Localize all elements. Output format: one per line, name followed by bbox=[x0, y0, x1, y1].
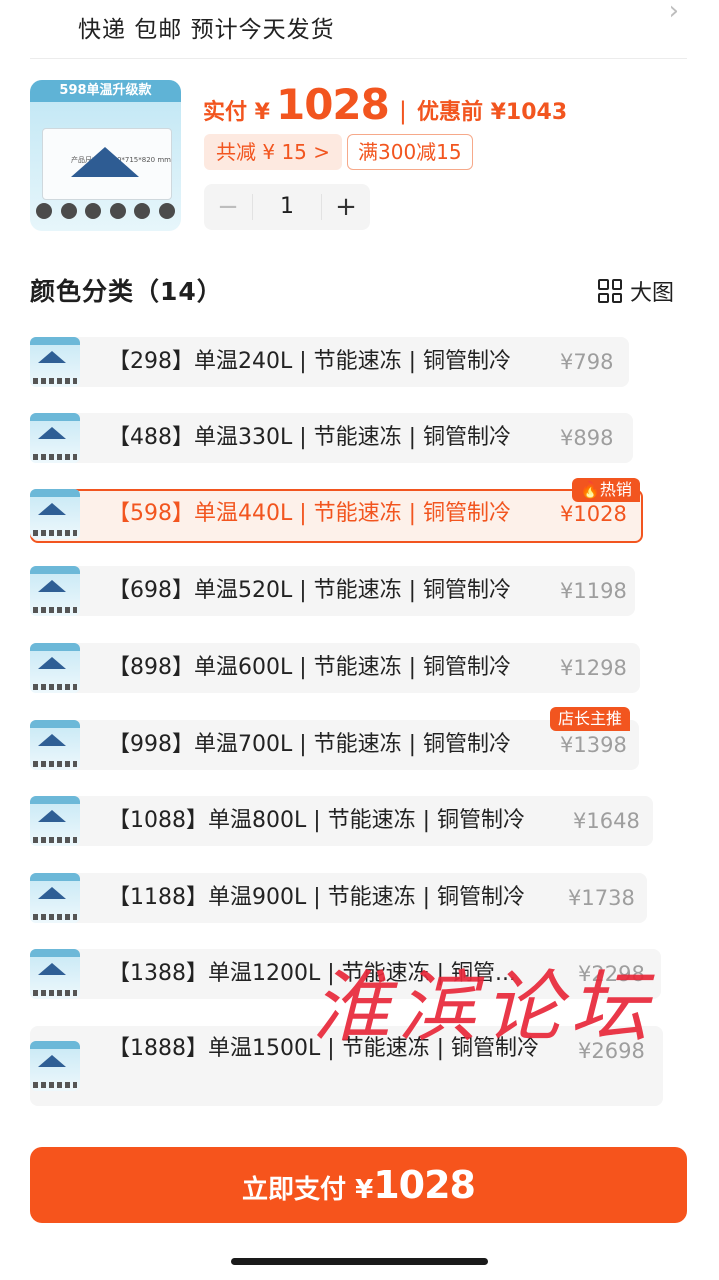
capacity-icon bbox=[60, 203, 77, 219]
pay-button-label: 立即支付 ¥ bbox=[242, 1175, 374, 1205]
pay-amount: 1028 bbox=[275, 80, 390, 129]
shipping-info: 快递 包邮 预计今天发货 bbox=[78, 17, 335, 43]
option-price: ¥1648 bbox=[573, 809, 640, 833]
option-item[interactable]: 【1088】单温800L | 节能速冻 | 铜管制冷 ¥1648 bbox=[30, 796, 653, 846]
option-price: ¥1198 bbox=[560, 579, 627, 603]
forum-watermark: 淮滨论坛 bbox=[312, 963, 657, 1053]
option-price: ¥798 bbox=[560, 350, 614, 374]
price-separator: | bbox=[398, 97, 407, 125]
freezer-image: 产品尺寸: 1420*715*820 mm bbox=[42, 128, 172, 200]
option-thumbnail bbox=[30, 1041, 80, 1091]
option-item[interactable]: 【298】单温240L | 节能速冻 | 铜管制冷 ¥798 bbox=[30, 337, 629, 387]
product-thumbnail[interactable]: 598单温升级款 产品尺寸: 1420*715*820 mm bbox=[30, 80, 181, 231]
option-price: ¥1738 bbox=[568, 886, 635, 910]
option-label: 【598】单温440L | 节能速冻 | 铜管制冷 bbox=[108, 501, 512, 526]
discount-chip[interactable]: 共减 ¥ 15 > bbox=[204, 134, 343, 170]
price-row: 实付 ¥ 1028 | 优惠前 ¥1043 bbox=[203, 80, 567, 130]
pay-label: 实付 ¥ bbox=[203, 100, 270, 125]
option-label: 【1188】单温900L | 节能速冻 | 铜管制冷 bbox=[108, 885, 526, 910]
tech-icon bbox=[85, 203, 102, 219]
pay-now-button[interactable]: 立即支付 ¥1028 bbox=[30, 1147, 687, 1223]
feature-icons bbox=[36, 203, 175, 225]
option-label: 【998】单温700L | 节能速冻 | 铜管制冷 bbox=[108, 732, 512, 757]
option-price: ¥1298 bbox=[560, 656, 627, 680]
option-item-selected[interactable]: 【598】单温440L | 节能速冻 | 铜管制冷 ¥1028 bbox=[30, 489, 643, 543]
chevron-right-icon[interactable]: › bbox=[669, 0, 679, 26]
mountain-graphic bbox=[71, 147, 139, 177]
option-thumbnail bbox=[30, 643, 80, 693]
recommend-badge: 店长主推 bbox=[550, 707, 631, 731]
option-label: 【1088】单温800L | 节能速冻 | 铜管制冷 bbox=[108, 808, 526, 833]
option-thumbnail bbox=[30, 949, 80, 999]
option-thumbnail bbox=[30, 413, 80, 463]
big-view-label: 大图 bbox=[630, 281, 675, 306]
lock-icon bbox=[134, 203, 151, 219]
big-view-toggle[interactable]: 大图 bbox=[598, 275, 674, 307]
option-item[interactable]: 【488】单温330L | 节能速冻 | 铜管制冷 ¥898 bbox=[30, 413, 633, 463]
divider bbox=[30, 58, 687, 59]
shipping-row[interactable]: 快递 包邮 预计今天发货 › bbox=[0, 0, 719, 58]
hot-sale-badge: 🔥热销 bbox=[572, 478, 640, 502]
energy-icon bbox=[109, 203, 126, 219]
quantity-stepper: − 1 + bbox=[204, 184, 370, 230]
option-label: 【298】单温240L | 节能速冻 | 铜管制冷 bbox=[108, 349, 512, 374]
option-thumbnail bbox=[30, 566, 80, 616]
option-thumbnail bbox=[30, 796, 80, 846]
snowflake-icon bbox=[36, 203, 52, 219]
pay-button-amount: 1028 bbox=[373, 1163, 476, 1207]
section-title: 颜色分类（14） bbox=[30, 277, 223, 306]
option-thumbnail bbox=[30, 337, 80, 387]
decrease-button[interactable]: − bbox=[204, 184, 252, 230]
option-item[interactable]: 【1188】单温900L | 节能速冻 | 铜管制冷 ¥1738 bbox=[30, 873, 647, 923]
badge-label: 热销 bbox=[599, 480, 632, 499]
increase-button[interactable]: + bbox=[322, 184, 370, 230]
fan-icon bbox=[158, 203, 175, 219]
option-thumbnail bbox=[30, 720, 80, 770]
original-price: 优惠前 ¥1043 bbox=[416, 100, 568, 125]
fire-icon: 🔥 bbox=[580, 480, 600, 499]
option-item[interactable]: 【698】单温520L | 节能速冻 | 铜管制冷 ¥1198 bbox=[30, 566, 635, 616]
option-label: 【898】单温600L | 节能速冻 | 铜管制冷 bbox=[108, 655, 512, 680]
option-label: 【488】单温330L | 节能速冻 | 铜管制冷 bbox=[108, 425, 512, 450]
coupon-chip[interactable]: 满300减15 bbox=[347, 134, 473, 170]
option-price: ¥898 bbox=[560, 426, 614, 450]
option-thumbnail bbox=[30, 489, 80, 539]
quantity-value[interactable]: 1 bbox=[252, 194, 322, 220]
grid-icon bbox=[598, 279, 622, 303]
home-indicator[interactable] bbox=[231, 1258, 488, 1265]
thumb-title: 598单温升级款 bbox=[30, 80, 181, 102]
option-thumbnail bbox=[30, 873, 80, 923]
option-label: 【698】单温520L | 节能速冻 | 铜管制冷 bbox=[108, 578, 512, 603]
option-item[interactable]: 【998】单温700L | 节能速冻 | 铜管制冷 ¥1398 bbox=[30, 720, 639, 770]
option-item[interactable]: 【898】单温600L | 节能速冻 | 铜管制冷 ¥1298 bbox=[30, 643, 640, 693]
